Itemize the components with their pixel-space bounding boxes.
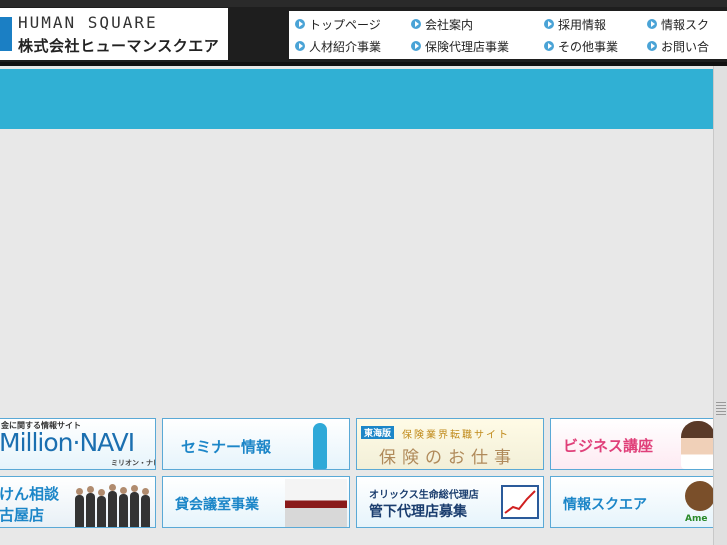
banner-title: Million·NAVI xyxy=(0,428,135,457)
banner-hoken[interactable]: 東海版 保険業界転職サイト 保険のお仕事 xyxy=(356,418,544,470)
growth-chart-icon xyxy=(501,485,539,519)
meeting-room-photo xyxy=(285,479,347,527)
nav-insurance[interactable]: 保険代理店事業 xyxy=(411,37,509,55)
banner-joho-square[interactable]: 情報スクエア Ame xyxy=(550,476,720,528)
banner-million-navi[interactable]: 金に関する情報サイト Million·NAVI ミリオン・ナビ xyxy=(0,418,156,470)
nav-label: お問い合 xyxy=(661,39,710,54)
nav-info[interactable]: 情報スク xyxy=(647,15,709,33)
woman-photo xyxy=(681,421,715,469)
arrow-icon xyxy=(647,19,657,29)
nav-contact[interactable]: お問い合 xyxy=(647,37,709,55)
banner-soudan[interactable]: けん相談 古屋店 xyxy=(0,476,156,528)
nav-top[interactable]: トップページ xyxy=(295,15,381,33)
nav-label: 会社案内 xyxy=(425,17,474,32)
arrow-icon xyxy=(647,41,657,51)
header-underline xyxy=(0,62,727,66)
nav-label: トップページ xyxy=(309,17,381,32)
arrow-icon xyxy=(295,41,305,51)
header-strip xyxy=(0,0,727,7)
nav-label: 保険代理店事業 xyxy=(425,39,510,54)
hero-banner xyxy=(0,69,713,129)
logo-english: HUMAN SQUARE xyxy=(18,13,158,32)
logo-japanese: 株式会社ヒューマンスクエア xyxy=(18,37,220,55)
arrow-icon xyxy=(411,19,421,29)
nav-label: その他事業 xyxy=(558,39,619,54)
top-header: HUMAN SQUARE 株式会社ヒューマンスクエア トップページ 会社案内 採… xyxy=(0,0,727,66)
arrow-icon xyxy=(544,19,554,29)
banner-kaigishitsu[interactable]: 貸会議室事業 xyxy=(162,476,350,528)
banner-title: 貸会議室事業 xyxy=(175,497,259,513)
nav-recruit[interactable]: 採用情報 xyxy=(544,15,606,33)
banner-subtitle: ミリオン・ナビ xyxy=(111,459,156,467)
presenter-icon xyxy=(313,423,327,469)
nav-label: 採用情報 xyxy=(558,17,607,32)
nav-company[interactable]: 会社案内 xyxy=(411,15,473,33)
banner-title-line1: けん相談 xyxy=(0,485,60,503)
banner-title: セミナー情報 xyxy=(181,438,272,456)
ameba-label: Ame xyxy=(685,514,708,524)
arrow-icon xyxy=(295,19,305,29)
nav-staffing[interactable]: 人材紹介事業 xyxy=(295,37,381,55)
scroll-grip[interactable] xyxy=(716,402,726,416)
banner-business[interactable]: ビジネス講座 xyxy=(550,418,720,470)
banner-title: 情報スクエア xyxy=(563,497,647,513)
banner-title: 保険のお仕事 xyxy=(379,448,517,468)
banner-badge: 東海版 xyxy=(361,426,395,439)
banner-orix[interactable]: オリックス生命総代理店 管下代理店募集 xyxy=(356,476,544,528)
banner-title: ビジネス講座 xyxy=(563,437,654,455)
vertical-scrollbar[interactable] xyxy=(713,66,727,545)
global-nav: トップページ 会社案内 採用情報 情報スク 人材紹介事業 保険代理店事業 その他… xyxy=(289,11,727,59)
banner-caption: 保険業界転職サイト xyxy=(402,430,510,441)
banner-caption: オリックス生命総代理店 xyxy=(369,490,479,501)
banner-title: 管下代理店募集 xyxy=(369,504,467,520)
nav-other[interactable]: その他事業 xyxy=(544,37,618,55)
nav-label: 人材紹介事業 xyxy=(309,39,382,54)
logo-mark xyxy=(0,17,12,51)
site-logo[interactable]: HUMAN SQUARE 株式会社ヒューマンスクエア xyxy=(0,8,228,60)
monkey-icon xyxy=(685,481,715,511)
banner-seminar[interactable]: セミナー情報 xyxy=(162,418,350,470)
banner-title-line2: 古屋店 xyxy=(0,506,45,524)
arrow-icon xyxy=(411,41,421,51)
nav-label: 情報スク xyxy=(661,17,710,32)
arrow-icon xyxy=(544,41,554,51)
